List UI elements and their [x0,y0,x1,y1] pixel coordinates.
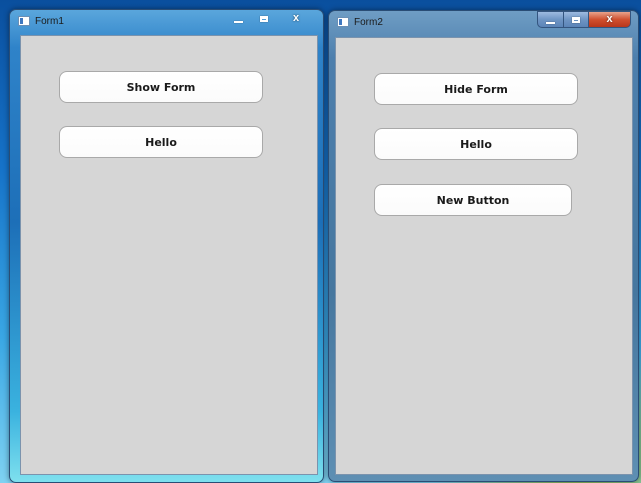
form2-client-area: Hide Form Hello New Button [335,37,633,475]
form1-client-area: Show Form Hello [20,35,318,475]
form2-maximize-button[interactable] [563,11,588,28]
minimize-icon [546,21,555,24]
form1-close-button[interactable]: x [276,10,316,27]
show-form-button[interactable]: Show Form [59,71,263,103]
form1-titlebar[interactable]: Form1 x [10,10,323,35]
form1-window: Form1 x Show Form Hello [9,9,324,483]
form2-minimize-button[interactable] [537,11,563,28]
form1-minimize-button[interactable] [226,10,251,27]
form2-title: Form2 [354,17,383,28]
form1-hello-button[interactable]: Hello [59,126,263,158]
form2-window: Form2 x Hide Form Hello New Button [328,10,639,482]
desktop: Form1 x Show Form Hello Form2 x Hide For… [0,0,641,483]
form2-close-button[interactable]: x [588,11,631,28]
form1-title: Form1 [35,16,64,27]
close-icon: x [292,12,300,24]
window-icon [18,16,30,26]
hide-form-button[interactable]: Hide Form [374,73,578,105]
form1-caption-buttons: x [226,10,316,27]
maximize-icon [572,16,580,23]
close-icon: x [606,13,613,25]
form2-hello-button[interactable]: Hello [374,128,578,160]
form1-maximize-button[interactable] [251,10,276,27]
maximize-icon [259,15,268,22]
new-button[interactable]: New Button [374,184,572,216]
form2-caption-buttons: x [537,11,631,28]
minimize-icon [234,20,243,23]
form2-titlebar[interactable]: Form2 x [329,11,638,36]
window-icon [337,17,349,27]
